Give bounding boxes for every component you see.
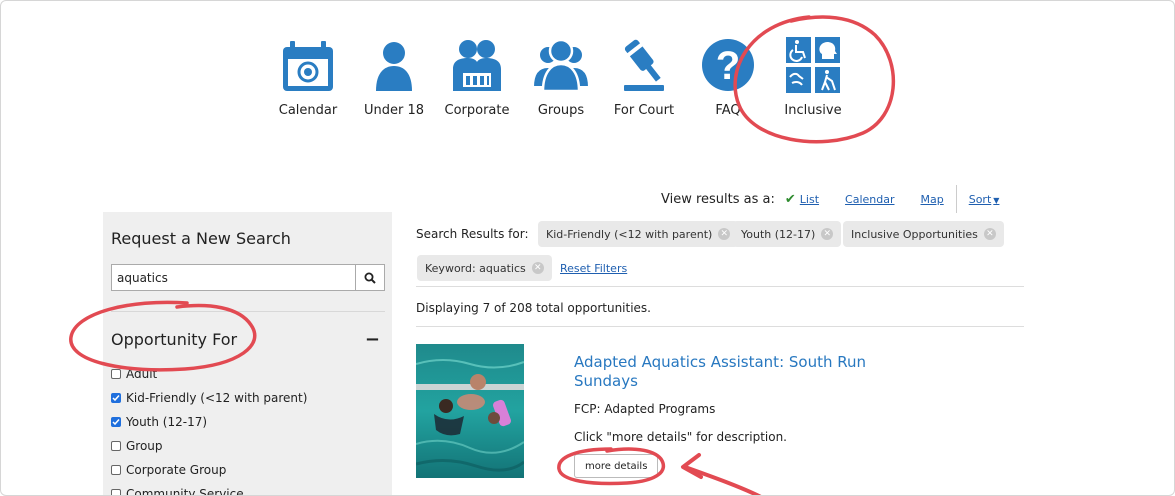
- remove-chip-icon[interactable]: ✕: [531, 262, 544, 274]
- filter-adult[interactable]: Adult: [111, 362, 307, 386]
- search-results-label: Search Results for:: [416, 227, 529, 241]
- sort-dropdown[interactable]: Sort ▼: [969, 193, 1000, 206]
- corporate-icon: [453, 40, 501, 91]
- filter-youth[interactable]: Youth (12-17): [111, 410, 307, 434]
- annotation-arrow-head: [681, 453, 703, 479]
- filter-group[interactable]: Group: [111, 434, 307, 458]
- sidebar-divider: [111, 311, 385, 312]
- sort-label: Sort: [968, 192, 992, 206]
- checkbox[interactable]: [111, 489, 121, 495]
- filter-label: Adult: [126, 367, 158, 381]
- caret-down-icon: ▼: [993, 195, 1000, 205]
- collapse-toggle[interactable]: −: [365, 329, 380, 350]
- filter-label: Corporate Group: [126, 463, 227, 477]
- more-details-button[interactable]: more details: [574, 454, 659, 478]
- filter-community-service[interactable]: Community Service: [111, 482, 307, 496]
- checkbox-checked[interactable]: [111, 417, 121, 427]
- filter-label: Youth (12-17): [126, 415, 208, 429]
- result-description: Click "more details" for description.: [574, 430, 787, 444]
- nav-label-under-18: Under 18: [363, 103, 425, 118]
- result-thumbnail[interactable]: [416, 344, 524, 478]
- person-icon: [376, 42, 412, 91]
- nav-corporate[interactable]: Corporate: [435, 35, 519, 118]
- checkbox[interactable]: [111, 441, 121, 451]
- groups-icon: [531, 38, 591, 93]
- view-results-bar: View results as a: ✔ List Calendar Map S…: [661, 185, 999, 213]
- svg-text:?: ?: [716, 44, 740, 88]
- nav-inclusive[interactable]: Inclusive: [771, 35, 855, 118]
- search-icon: [364, 272, 376, 284]
- search-box: [111, 264, 385, 291]
- calendar-icon: [283, 41, 333, 91]
- checkbox[interactable]: [111, 465, 121, 475]
- filter-label: Community Service: [126, 487, 244, 496]
- divider: [416, 326, 1024, 327]
- check-icon: [112, 419, 120, 426]
- page-frame: Calendar Under 18 Corporate Groups For C…: [0, 0, 1175, 496]
- question-icon: ?: [702, 39, 754, 91]
- nav-faq[interactable]: ? FAQ: [686, 35, 770, 118]
- filter-kid-friendly[interactable]: Kid-Friendly (<12 with parent): [111, 386, 307, 410]
- search-sidebar: Request a New Search Opportunity For − A…: [103, 212, 392, 496]
- nav-label-for-court: For Court: [613, 103, 675, 118]
- nav-label-faq: FAQ: [715, 103, 741, 118]
- sidebar-title: Request a New Search: [111, 229, 291, 248]
- accessibility-icon: [786, 37, 840, 93]
- nav-for-court[interactable]: For Court: [602, 35, 686, 118]
- divider: [416, 286, 1024, 287]
- filter-chip[interactable]: Inclusive Opportunities ✕: [843, 221, 1004, 247]
- view-calendar-link[interactable]: Calendar: [845, 193, 894, 206]
- view-map-link[interactable]: Map: [921, 193, 944, 206]
- result-organization: FCP: Adapted Programs: [574, 402, 716, 416]
- gavel-icon: [624, 39, 664, 91]
- filter-label: Kid-Friendly (<12 with parent): [126, 391, 308, 405]
- divider: [955, 185, 957, 213]
- view-results-label: View results as a:: [661, 191, 775, 207]
- check-icon: [112, 395, 120, 402]
- nav-groups[interactable]: Groups: [519, 35, 603, 118]
- remove-chip-icon[interactable]: ✕: [983, 228, 996, 240]
- view-list-link[interactable]: List: [800, 193, 819, 206]
- nav-label-groups: Groups: [537, 103, 585, 118]
- checkbox-checked[interactable]: [111, 393, 121, 403]
- search-input[interactable]: [112, 265, 352, 290]
- reset-filters-link[interactable]: Reset Filters: [560, 262, 627, 275]
- results-count: Displaying 7 of 208 total opportunities.: [416, 301, 651, 315]
- pool-photo: [416, 344, 524, 478]
- nav-label-inclusive: Inclusive: [784, 103, 842, 118]
- filter-chip[interactable]: Kid-Friendly (<12 with parent) ✕: [538, 221, 739, 247]
- checkbox[interactable]: [111, 369, 121, 379]
- nav-label-corporate: Corporate: [444, 103, 510, 118]
- chip-label: Kid-Friendly (<12 with parent): [546, 227, 713, 241]
- filter-list: Adult Kid-Friendly (<12 with parent) You…: [111, 362, 307, 496]
- annotation-arrow: [683, 465, 762, 495]
- nav-label-calendar: Calendar: [278, 103, 338, 118]
- chip-label: Keyword: aquatics: [425, 261, 526, 275]
- checkmark-icon: ✔: [784, 191, 796, 207]
- filter-label: Group: [126, 439, 163, 453]
- filter-chip[interactable]: Youth (12-17) ✕: [733, 221, 842, 247]
- nav-under-18[interactable]: Under 18: [352, 35, 436, 118]
- search-button[interactable]: [355, 265, 384, 290]
- filter-chip[interactable]: Keyword: aquatics ✕: [417, 255, 552, 281]
- result-title-link[interactable]: Adapted Aquatics Assistant: South Run Su…: [574, 353, 894, 391]
- remove-chip-icon[interactable]: ✕: [718, 228, 731, 240]
- remove-chip-icon[interactable]: ✕: [821, 228, 834, 240]
- filter-corporate-group[interactable]: Corporate Group: [111, 458, 307, 482]
- chip-label: Inclusive Opportunities: [851, 227, 978, 241]
- opportunity-for-heading: Opportunity For: [111, 330, 238, 349]
- chip-label: Youth (12-17): [741, 227, 816, 241]
- nav-calendar[interactable]: Calendar: [266, 35, 350, 118]
